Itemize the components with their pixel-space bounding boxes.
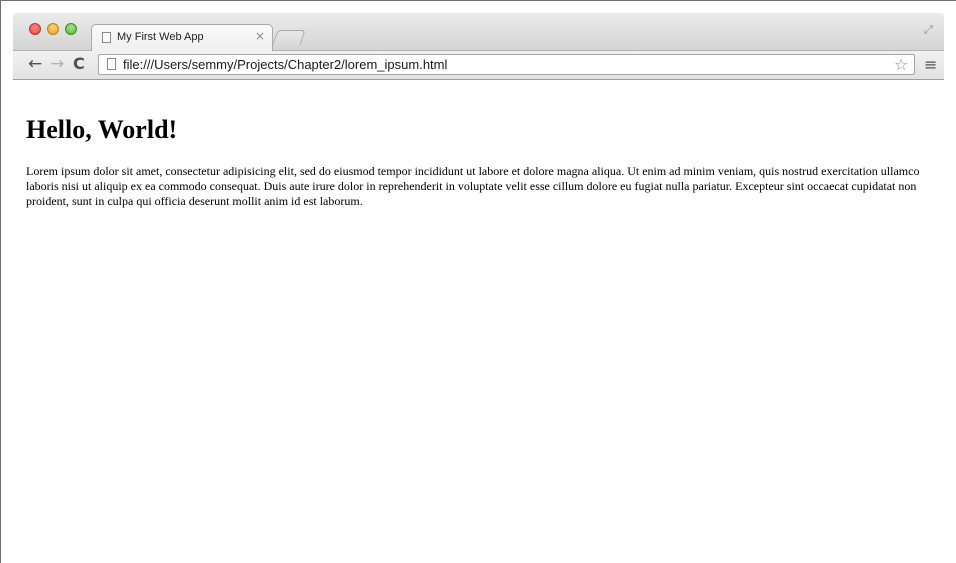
menu-icon[interactable]: ≡ [924,55,937,74]
page-heading: Hello, World! [26,115,178,144]
browser-window: My First Web App × ⤢ ← → C file:///Users… [13,13,944,563]
reload-icon[interactable]: C [73,54,85,74]
address-bar[interactable]: file:///Users/semmy/Projects/Chapter2/lo… [98,54,915,75]
bookmark-star-icon[interactable]: ☆ [894,55,908,74]
tab-active[interactable]: My First Web App × [91,24,273,51]
window-close-button[interactable] [29,23,41,35]
url-text[interactable]: file:///Users/semmy/Projects/Chapter2/lo… [123,57,447,72]
tab-strip: My First Web App × ⤢ [13,13,944,51]
window-minimize-button[interactable] [47,23,59,35]
new-tab-button[interactable] [272,30,306,45]
fullscreen-icon[interactable]: ⤢ [924,23,933,37]
forward-icon[interactable]: → [50,54,64,74]
page-icon [107,58,116,70]
window-zoom-button[interactable] [65,23,77,35]
back-icon[interactable]: ← [28,54,42,74]
page-icon [102,32,111,43]
page-content: Hello, World! Lorem ipsum dolor sit amet… [13,80,944,563]
tab-close-icon[interactable]: × [255,29,265,43]
tab-title: My First Web App [117,31,204,43]
lorem-paragraph: Lorem ipsum dolor sit amet, consectetur … [26,164,920,208]
browser-toolbar: ← → C file:///Users/semmy/Projects/Chapt… [13,51,944,80]
